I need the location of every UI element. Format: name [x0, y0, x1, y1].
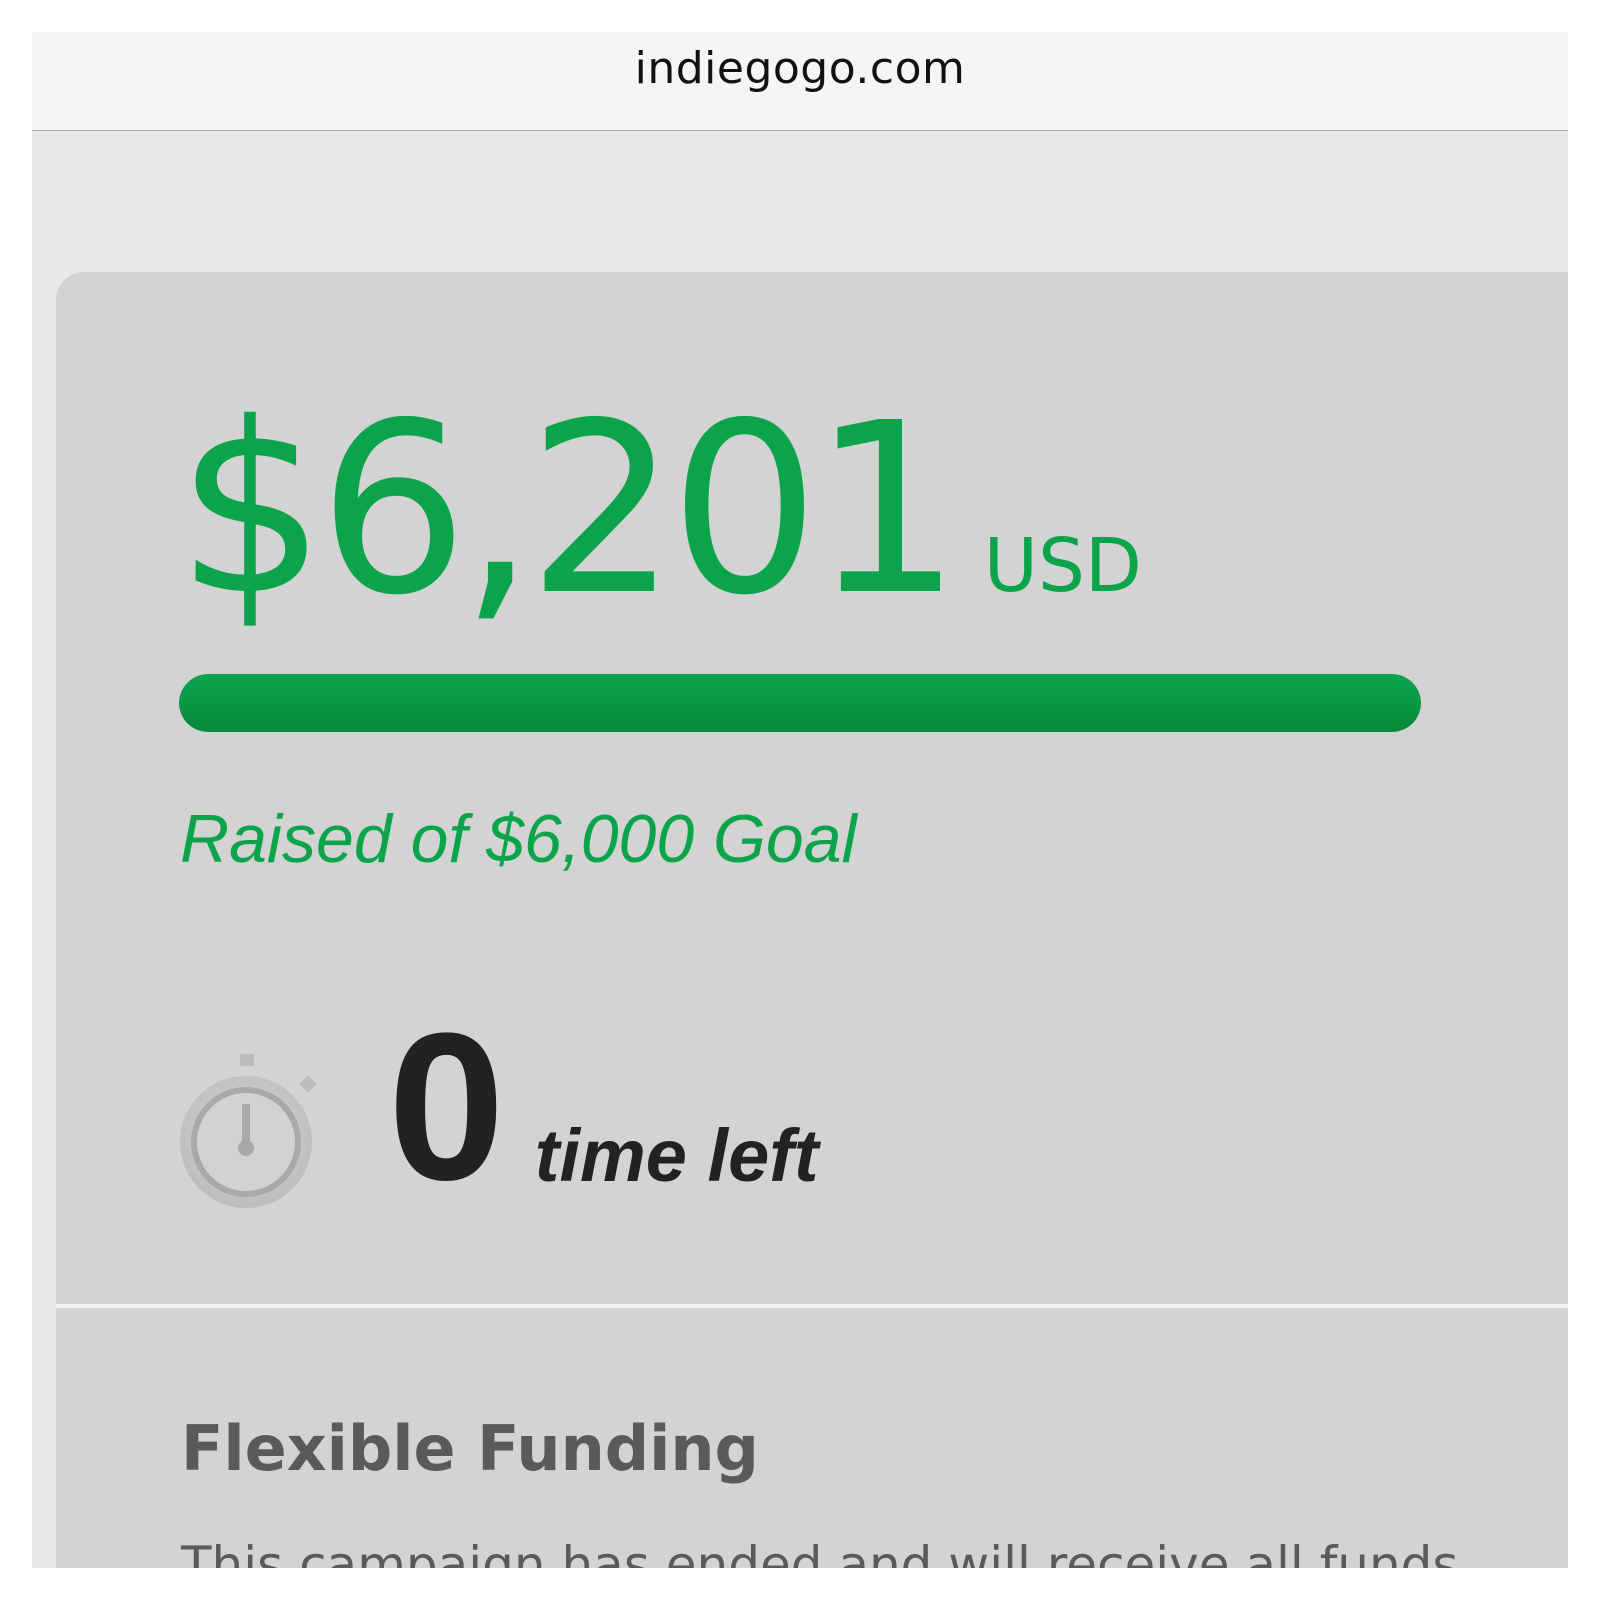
- time-left-label: time left: [534, 1114, 819, 1197]
- time-left-row: 0 time left: [176, 1002, 819, 1212]
- amount-row: $6,201 USD: [176, 392, 1142, 628]
- screenshot-frame: indiegogo.com $6,201 USD Raised of $6,00…: [32, 32, 1568, 1568]
- funding-description: This campaign has ended and will receive…: [181, 1536, 1459, 1568]
- funding-type-title: Flexible Funding: [181, 1412, 759, 1485]
- address-bar[interactable]: indiegogo.com: [32, 32, 1568, 131]
- raised-of-goal-text: Raised of $6,000 Goal: [180, 801, 857, 877]
- progress-fill: [179, 674, 1421, 732]
- section-divider: [56, 1304, 1568, 1308]
- amount-raised: $6,201: [176, 372, 962, 647]
- stopwatch-icon: [176, 1042, 326, 1212]
- url-text[interactable]: indiegogo.com: [635, 43, 966, 94]
- campaign-card: $6,201 USD Raised of $6,000 Goal 0 time …: [56, 272, 1568, 1568]
- funding-progress-bar: [179, 674, 1421, 732]
- currency-label: USD: [983, 523, 1142, 609]
- time-left-value: 0: [388, 989, 505, 1224]
